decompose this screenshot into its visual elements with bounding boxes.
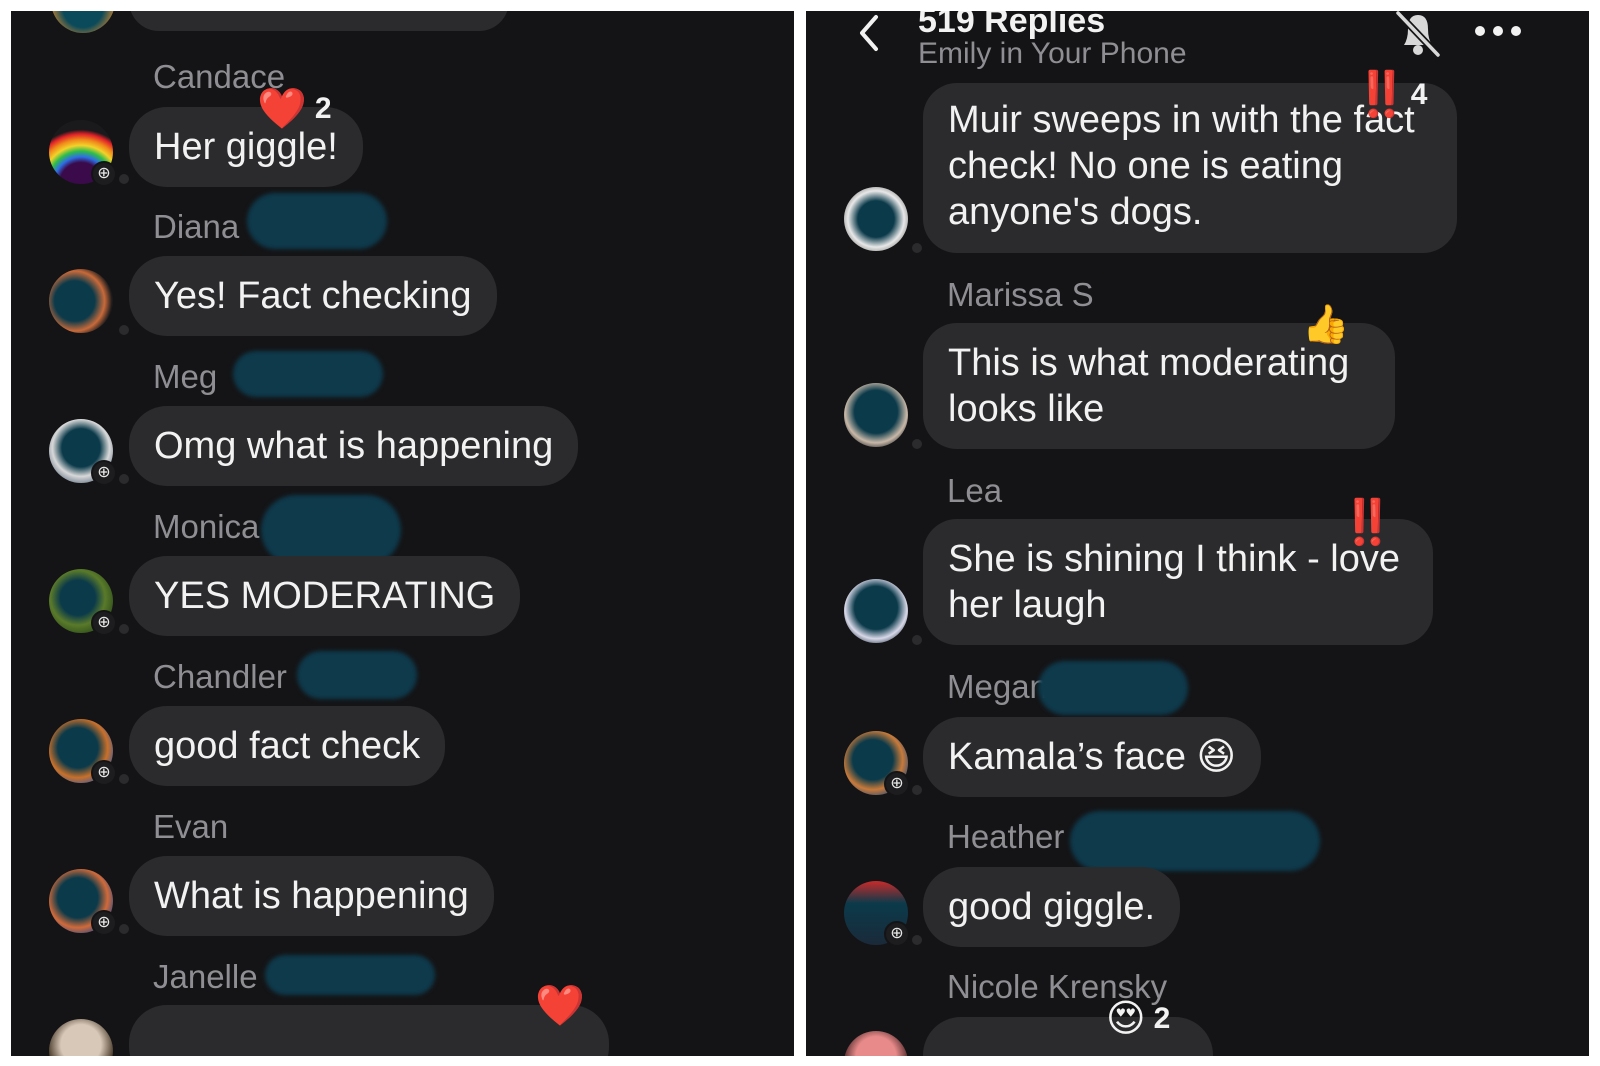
bubble-tail bbox=[912, 439, 922, 449]
heart-reaction-icon: ❤️ bbox=[257, 87, 307, 131]
bubble-tail bbox=[912, 635, 922, 645]
heart-reaction-icon: ❤️ bbox=[535, 984, 585, 1028]
message-text: good giggle. bbox=[948, 886, 1156, 928]
sender-name: Marissa S bbox=[947, 276, 1094, 313]
more-dots-icon[interactable] bbox=[1472, 23, 1524, 39]
redaction bbox=[247, 193, 387, 249]
avatar-badge-icon: ⊕ bbox=[91, 910, 117, 936]
message-bubble[interactable]: Omg what is happening bbox=[129, 406, 579, 486]
left-chat-panel: Candace ⊕ Her giggle! ❤️ 2 Diana Yes! Fa… bbox=[11, 11, 794, 1056]
avatar-badge-icon: ⊕ bbox=[91, 760, 117, 786]
bubble-tail bbox=[119, 325, 129, 335]
reaction-count: 2 bbox=[314, 92, 332, 125]
double-exclamation-reaction-icon: ‼️ bbox=[1340, 498, 1395, 547]
bell-off-icon[interactable] bbox=[1390, 11, 1446, 58]
message-text: What is happening bbox=[154, 875, 469, 917]
reaction-count: 2 bbox=[1153, 1002, 1171, 1035]
message-bubble[interactable]: Yes! Fact checking bbox=[129, 256, 497, 336]
redaction bbox=[233, 351, 383, 397]
sender-name: Megan bbox=[947, 668, 1048, 705]
bubble-tail bbox=[912, 243, 922, 253]
sender-name: Lea bbox=[947, 472, 1003, 509]
double-exclamation-reaction-icon: ‼️ bbox=[1354, 70, 1409, 119]
message-bubble[interactable]: What is happening bbox=[129, 856, 494, 936]
avatar[interactable] bbox=[844, 187, 908, 251]
reaction-count: 4 bbox=[1410, 78, 1428, 111]
message-text: She is shining I think - love her laugh bbox=[948, 538, 1401, 626]
sender-name: Heather bbox=[947, 818, 1065, 855]
message-bubble[interactable]: Kamala’s face 😆 bbox=[923, 717, 1262, 797]
avatar-badge-icon: ⊕ bbox=[91, 610, 117, 636]
message-bubble[interactable] bbox=[129, 11, 509, 31]
message-bubble[interactable]: YES MODERATING bbox=[129, 556, 521, 636]
avatar[interactable] bbox=[844, 383, 908, 447]
reaction-badge[interactable]: ‼️ 4 bbox=[1354, 70, 1428, 119]
avatar[interactable] bbox=[844, 579, 908, 643]
sender-name: Evan bbox=[153, 808, 229, 845]
thread-subtitle: Emily in Your Phone bbox=[918, 37, 1187, 70]
bubble-tail bbox=[912, 785, 922, 795]
reaction-badge[interactable]: 😍 2 bbox=[1106, 999, 1170, 1039]
redaction bbox=[297, 651, 417, 699]
right-chat-panel: 519 Replies Emily in Your Phone Muir swe… bbox=[806, 11, 1589, 1056]
message-text: This is what moderating looks like bbox=[948, 342, 1350, 430]
redaction bbox=[1070, 811, 1320, 871]
thumbs-up-reaction-icon: 👍 bbox=[1302, 304, 1350, 346]
reaction-badge[interactable]: ❤️ 2 bbox=[257, 89, 332, 129]
redaction bbox=[1038, 661, 1188, 715]
bubble-tail bbox=[119, 174, 129, 184]
message-text: YES MODERATING bbox=[154, 575, 496, 617]
message-text: Yes! Fact checking bbox=[154, 275, 472, 317]
message-bubble[interactable]: good giggle. bbox=[923, 867, 1181, 947]
bubble-tail bbox=[119, 474, 129, 484]
avatar[interactable] bbox=[844, 1031, 908, 1056]
sender-name: Chandler bbox=[153, 658, 287, 695]
message-bubble[interactable]: good fact check bbox=[129, 706, 446, 786]
message-text: good fact check bbox=[154, 725, 421, 767]
sender-name: Diana bbox=[153, 208, 240, 245]
bubble-tail bbox=[912, 935, 922, 945]
redaction bbox=[261, 495, 401, 565]
message-text: Omg what is happening bbox=[154, 425, 554, 467]
heart-eyes-reaction-icon: 😍 bbox=[1106, 998, 1146, 1040]
avatar[interactable] bbox=[49, 269, 113, 333]
sender-name: Meg bbox=[153, 358, 218, 395]
avatar[interactable] bbox=[49, 1019, 113, 1056]
avatar-badge-icon: ⊕ bbox=[91, 460, 117, 486]
back-chevron-icon[interactable] bbox=[852, 13, 886, 53]
message-text: Kamala’s face 😆 bbox=[948, 736, 1237, 778]
avatar[interactable] bbox=[51, 11, 115, 33]
message-text: Her giggle! bbox=[154, 126, 338, 168]
bubble-tail bbox=[119, 924, 129, 934]
sender-name: Monica bbox=[153, 508, 260, 545]
redaction bbox=[265, 955, 435, 995]
avatar-badge-icon: ⊕ bbox=[884, 921, 910, 947]
reaction-badge[interactable]: ❤️ bbox=[535, 986, 585, 1026]
bubble-tail bbox=[119, 624, 129, 634]
message-text: Muir sweeps in with the fact check! No o… bbox=[948, 99, 1415, 233]
avatar-badge-icon: ⊕ bbox=[884, 771, 910, 797]
reaction-badge[interactable]: 👍 bbox=[1302, 305, 1349, 345]
avatar-badge-icon: ⊕ bbox=[91, 161, 117, 187]
bubble-tail bbox=[119, 774, 129, 784]
reaction-badge[interactable]: ‼️ bbox=[1340, 498, 1395, 547]
sender-name: Janelle bbox=[153, 958, 258, 995]
